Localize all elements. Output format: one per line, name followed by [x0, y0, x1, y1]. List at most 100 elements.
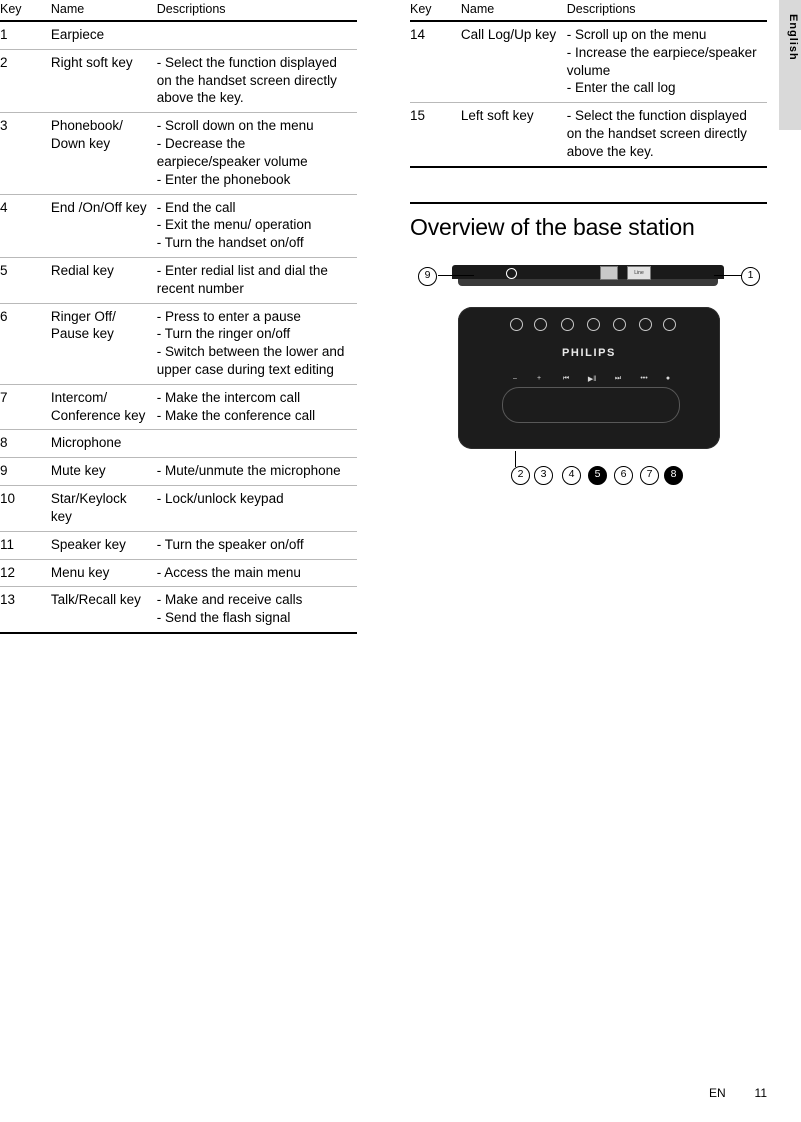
base-front-body: PHILIPS – + ⏮ ▶‖ ⏭ ••• ● — [458, 306, 720, 449]
right-column: Key Name Descriptions 14 Call Log/Up key -… — [410, 0, 767, 515]
key-table-right: Key Name Descriptions 14 Call Log/Up key -… — [410, 0, 767, 168]
callout-2: 2 — [511, 465, 530, 485]
cell-name: Intercom/ Conference key — [50, 384, 157, 431]
cell-name: Phonebook/ Down key — [50, 112, 157, 195]
rear-line-port-icon: Line — [627, 265, 651, 280]
base-button-8[interactable] — [663, 317, 676, 331]
cell-name: Call Log/Up key — [460, 21, 567, 104]
cell-description: - Press to enter a pause - Turn the ringe… — [156, 303, 357, 385]
base-rear-view: Line — [452, 264, 724, 289]
table-row: 15 Left soft key - Select the function dis… — [410, 102, 767, 168]
callout-9: 9 — [418, 266, 437, 286]
table-row: 14 Call Log/Up key - Scroll up on the menu… — [410, 21, 767, 104]
base-button-2[interactable] — [510, 317, 523, 331]
base-button-4[interactable] — [561, 317, 574, 331]
cell-description: - Scroll up on the menu - Increase the ea… — [566, 21, 767, 104]
table-head: Key Name Descriptions — [0, 0, 357, 21]
cell-description — [156, 21, 357, 50]
table-header-row: Key Name Descriptions — [410, 0, 767, 21]
cell-name: Ringer Off/ Pause key — [50, 303, 157, 385]
cell-key: 2 — [0, 49, 51, 114]
base-button-glyph-7: ••• — [640, 374, 648, 382]
footer-locale: EN — [708, 1086, 726, 1100]
rear-power-port-icon — [600, 265, 618, 280]
table-row: 3 Phonebook/ Down key - Scroll down on the… — [0, 112, 357, 195]
cell-name: Speaker key — [50, 531, 157, 560]
cell-key: 1 — [0, 21, 51, 50]
cell-name: Left soft key — [460, 102, 567, 168]
cell-description: - Make the intercom call - Make the confe… — [156, 384, 357, 431]
cell-description — [156, 429, 357, 459]
rear-reset-hole-icon — [506, 267, 517, 279]
cell-key: 10 — [0, 485, 51, 532]
cell-name: Mute key — [50, 457, 157, 487]
column-header-name: Name — [460, 2, 495, 16]
cell-key: 5 — [0, 257, 51, 304]
cell-key: 11 — [0, 531, 51, 560]
cell-key: 15 — [410, 102, 461, 168]
page-title: Overview of the base station — [410, 213, 695, 240]
callout-6: 6 — [614, 465, 633, 485]
table-row: 12 Menu key - Access the main menu — [0, 559, 357, 588]
brand-logo: PHILIPS — [562, 346, 616, 359]
cell-key: 12 — [0, 559, 51, 588]
base-button-glyph-3: + — [536, 374, 542, 382]
table-row: 6 Ringer Off/ Pause key - Press to enter a… — [0, 303, 357, 385]
cell-key: 7 — [0, 384, 51, 431]
cell-key: 13 — [0, 586, 51, 634]
table-row: 13 Talk/Recall key - Make and receive call… — [0, 586, 357, 634]
cell-key: 9 — [0, 457, 51, 487]
cell-description: - Scroll down on the menu - Decrease the … — [156, 112, 357, 195]
table-row: 8 Microphone — [0, 429, 357, 459]
cell-description: - Lock/unlock keypad — [156, 485, 357, 532]
left-column: Key Name Descriptions 1 Earpiece 2 Right so… — [0, 0, 357, 634]
cell-description: - Mute/unmute the microphone — [156, 457, 357, 487]
base-button-glyph-2: – — [513, 374, 517, 382]
table-row: 2 Right soft key - Select the function dis… — [0, 49, 357, 114]
cell-description: - Select the function displayed on the h… — [156, 49, 357, 114]
side-tab-label: English — [787, 14, 799, 61]
cell-name: Microphone — [50, 429, 157, 459]
cell-description: - Make and receive calls - Send the flash… — [156, 586, 357, 634]
column-header-name: Name — [50, 2, 85, 16]
table-header-row: Key Name Descriptions — [0, 0, 357, 21]
table-row: 7 Intercom/ Conference key - Make the inte… — [0, 384, 357, 431]
base-button-glyph-6: ⏭ — [614, 374, 622, 382]
button-strip — [502, 386, 680, 423]
base-rear-foot — [458, 278, 718, 286]
cell-key: 4 — [0, 194, 51, 258]
callout-3: 3 — [534, 465, 553, 485]
footer-page-number: 11 — [754, 1086, 767, 1100]
cell-key: 14 — [410, 21, 461, 104]
lead-line-1 — [714, 274, 742, 276]
base-station-figure: Line 9 1 PHILIPS – + ⏮ ▶‖ ⏭ ••• ● 2 3 4 … — [410, 255, 767, 515]
lead-line-9 — [438, 274, 474, 276]
table-row: 9 Mute key - Mute/unmute the microphone — [0, 457, 357, 487]
cell-name: Menu key — [50, 559, 157, 588]
table-row: 10 Star/Keylock key - Lock/unlock keypad — [0, 485, 357, 532]
column-header-descriptions: Descriptions — [566, 2, 636, 16]
base-button-3[interactable] — [534, 317, 547, 331]
column-header-key: Key — [0, 2, 22, 16]
column-header-key: Key — [410, 2, 432, 16]
base-button-6[interactable] — [613, 317, 626, 331]
column-header-descriptions: Descriptions — [156, 2, 226, 16]
section-divider: Overview of the base station — [410, 201, 767, 241]
lead-line-2 — [515, 450, 516, 467]
table-row: 5 Redial key - Enter redial list and dial … — [0, 257, 357, 304]
cell-key: 6 — [0, 303, 51, 385]
base-button-glyph-5: ▶‖ — [587, 375, 597, 383]
base-button-glyph-4: ⏮ — [562, 374, 570, 382]
callout-7: 7 — [640, 465, 659, 485]
cell-description: - End the call - Exit the menu/ operation… — [156, 194, 357, 258]
cell-name: Star/Keylock key — [50, 485, 157, 532]
base-button-5[interactable] — [587, 317, 600, 331]
cell-name: Redial key — [50, 257, 157, 304]
base-button-7[interactable] — [639, 317, 652, 331]
key-table-left: Key Name Descriptions 1 Earpiece 2 Right so… — [0, 0, 357, 634]
callout-8: 8 — [664, 465, 683, 485]
cell-description: - Turn the speaker on/off — [156, 531, 357, 560]
page: English Key Name Descriptions 1 Earpiece 2… — [0, 0, 801, 1122]
table-row: 4 End /On/Off key - End the call - Exit the… — [0, 194, 357, 258]
cell-key: 8 — [0, 429, 51, 459]
